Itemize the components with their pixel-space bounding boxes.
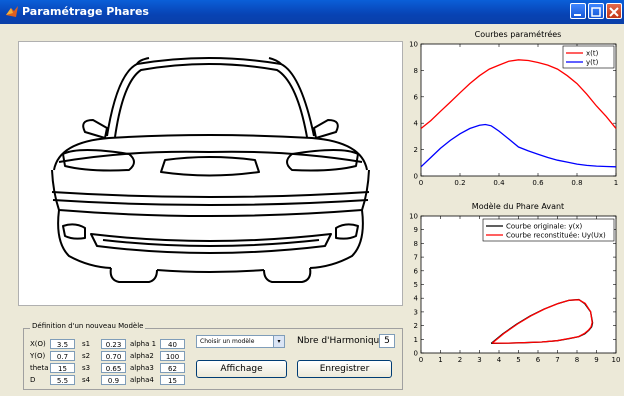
x-tick-label: 8 (575, 356, 579, 364)
x-tick-label: 0.4 (493, 179, 505, 186)
model-select[interactable]: Choisir un modèle ▾ (196, 335, 285, 348)
title-bar: Paramétrage Phares (0, 0, 624, 24)
param-label: Y(O) (30, 352, 46, 360)
y-tick-label: 5 (414, 281, 418, 289)
param-label: alpha3 (130, 364, 154, 372)
param-label: D (30, 376, 36, 384)
chevron-down-icon[interactable]: ▾ (273, 336, 284, 347)
param-input[interactable]: 100 (160, 351, 185, 361)
param-input[interactable]: 15 (50, 363, 75, 373)
x-tick-label: 1 (614, 179, 618, 186)
param-label: s4 (82, 376, 91, 384)
y-tick-label: 10 (409, 213, 418, 221)
y-tick-label: 10 (409, 41, 418, 49)
close-button[interactable] (606, 3, 622, 19)
legend-label: x(t) (586, 50, 599, 58)
x-tick-label: 10 (612, 356, 621, 364)
legend-label: Courbe originale: y(x) (506, 223, 583, 231)
legend-label: y(t) (586, 59, 599, 67)
display-button[interactable]: Affichage (196, 360, 287, 378)
x-tick-label: 7 (555, 356, 559, 364)
x-tick-label: 0.2 (454, 179, 465, 186)
y-tick-label: 2 (414, 322, 418, 330)
param-label: alpha4 (130, 376, 154, 384)
legend-label: Courbe reconstituée: Uy(Ux) (506, 232, 606, 240)
param-label: s2 (82, 352, 91, 360)
y-tick-label: 4 (414, 295, 419, 303)
car-image-panel (18, 41, 403, 306)
x-tick-label: 4 (497, 356, 502, 364)
y-tick-label: 9 (414, 226, 418, 234)
param-input[interactable]: 0.7 (50, 351, 75, 361)
y-tick-label: 8 (414, 240, 418, 248)
minimize-icon (574, 14, 581, 16)
x-tick-label: 3 (477, 356, 481, 364)
param-label: alpha 1 (130, 340, 157, 348)
chart-modele-phare: Modèle du Phare Avant 0 1 2 3 4 5 6 7 8 9 10 0 1 2 3 4 5… (409, 201, 621, 364)
param-input[interactable]: 0.65 (101, 363, 126, 373)
minimize-button[interactable] (570, 3, 586, 19)
y-tick-label: 0 (414, 350, 418, 358)
y-tick-label: 4 (414, 120, 419, 128)
maximize-button[interactable] (588, 3, 604, 19)
param-label: X(O) (30, 340, 46, 348)
x-tick-label: 5 (516, 356, 520, 364)
matlab-icon (6, 6, 18, 17)
param-label: s1 (82, 340, 91, 348)
param-input[interactable]: 15 (160, 375, 185, 385)
param-label: alpha2 (130, 352, 154, 360)
y-tick-label: 6 (414, 93, 419, 101)
y-tick-label: 6 (414, 267, 419, 275)
x-tick-label: 2 (458, 356, 462, 364)
param-input[interactable]: 62 (160, 363, 185, 373)
new-model-legend: Définition d'un nouveau Modèle (30, 322, 146, 330)
x-tick-label: 0 (419, 356, 423, 364)
param-input[interactable]: 0.23 (101, 339, 126, 349)
param-input[interactable]: 40 (160, 339, 185, 349)
model-select-value: Choisir un modèle (200, 338, 255, 345)
param-input[interactable]: 0.70 (101, 351, 126, 361)
maximize-icon (591, 7, 601, 17)
x-tick-label: 0 (419, 179, 423, 186)
y-tick-label: 1 (414, 336, 418, 344)
x-tick-label: 1 (438, 356, 442, 364)
close-icon (609, 7, 619, 17)
param-label: theta (30, 364, 49, 372)
y-tick-label: 2 (414, 146, 418, 154)
param-input[interactable]: 5.5 (50, 375, 75, 385)
x-tick-label: 9 (594, 356, 598, 364)
param-input[interactable]: 0.9 (101, 375, 126, 385)
y-tick-label: 0 (414, 173, 418, 181)
x-tick-label: 0.6 (532, 179, 544, 186)
y-tick-label: 8 (414, 67, 418, 75)
chart-courbes-parametrees: Courbes paramétrées 0 0.2 0.4 0.6 0.8 1024681… (409, 29, 618, 186)
harmonics-input[interactable]: 5 (379, 334, 395, 348)
chart1-title: Courbes paramétrées (475, 29, 562, 39)
chart2-title: Modèle du Phare Avant (472, 201, 564, 211)
y-tick-label: 7 (414, 254, 418, 262)
y-tick-label: 3 (414, 308, 418, 316)
car-front-drawing (51, 57, 370, 283)
param-label: s3 (82, 364, 91, 372)
window-title: Paramétrage Phares (22, 5, 149, 18)
x-tick-label: 6 (536, 356, 541, 364)
x-tick-label: 0.8 (571, 179, 582, 186)
save-button[interactable]: Enregistrer (297, 360, 392, 378)
param-input[interactable]: 3.5 (50, 339, 75, 349)
